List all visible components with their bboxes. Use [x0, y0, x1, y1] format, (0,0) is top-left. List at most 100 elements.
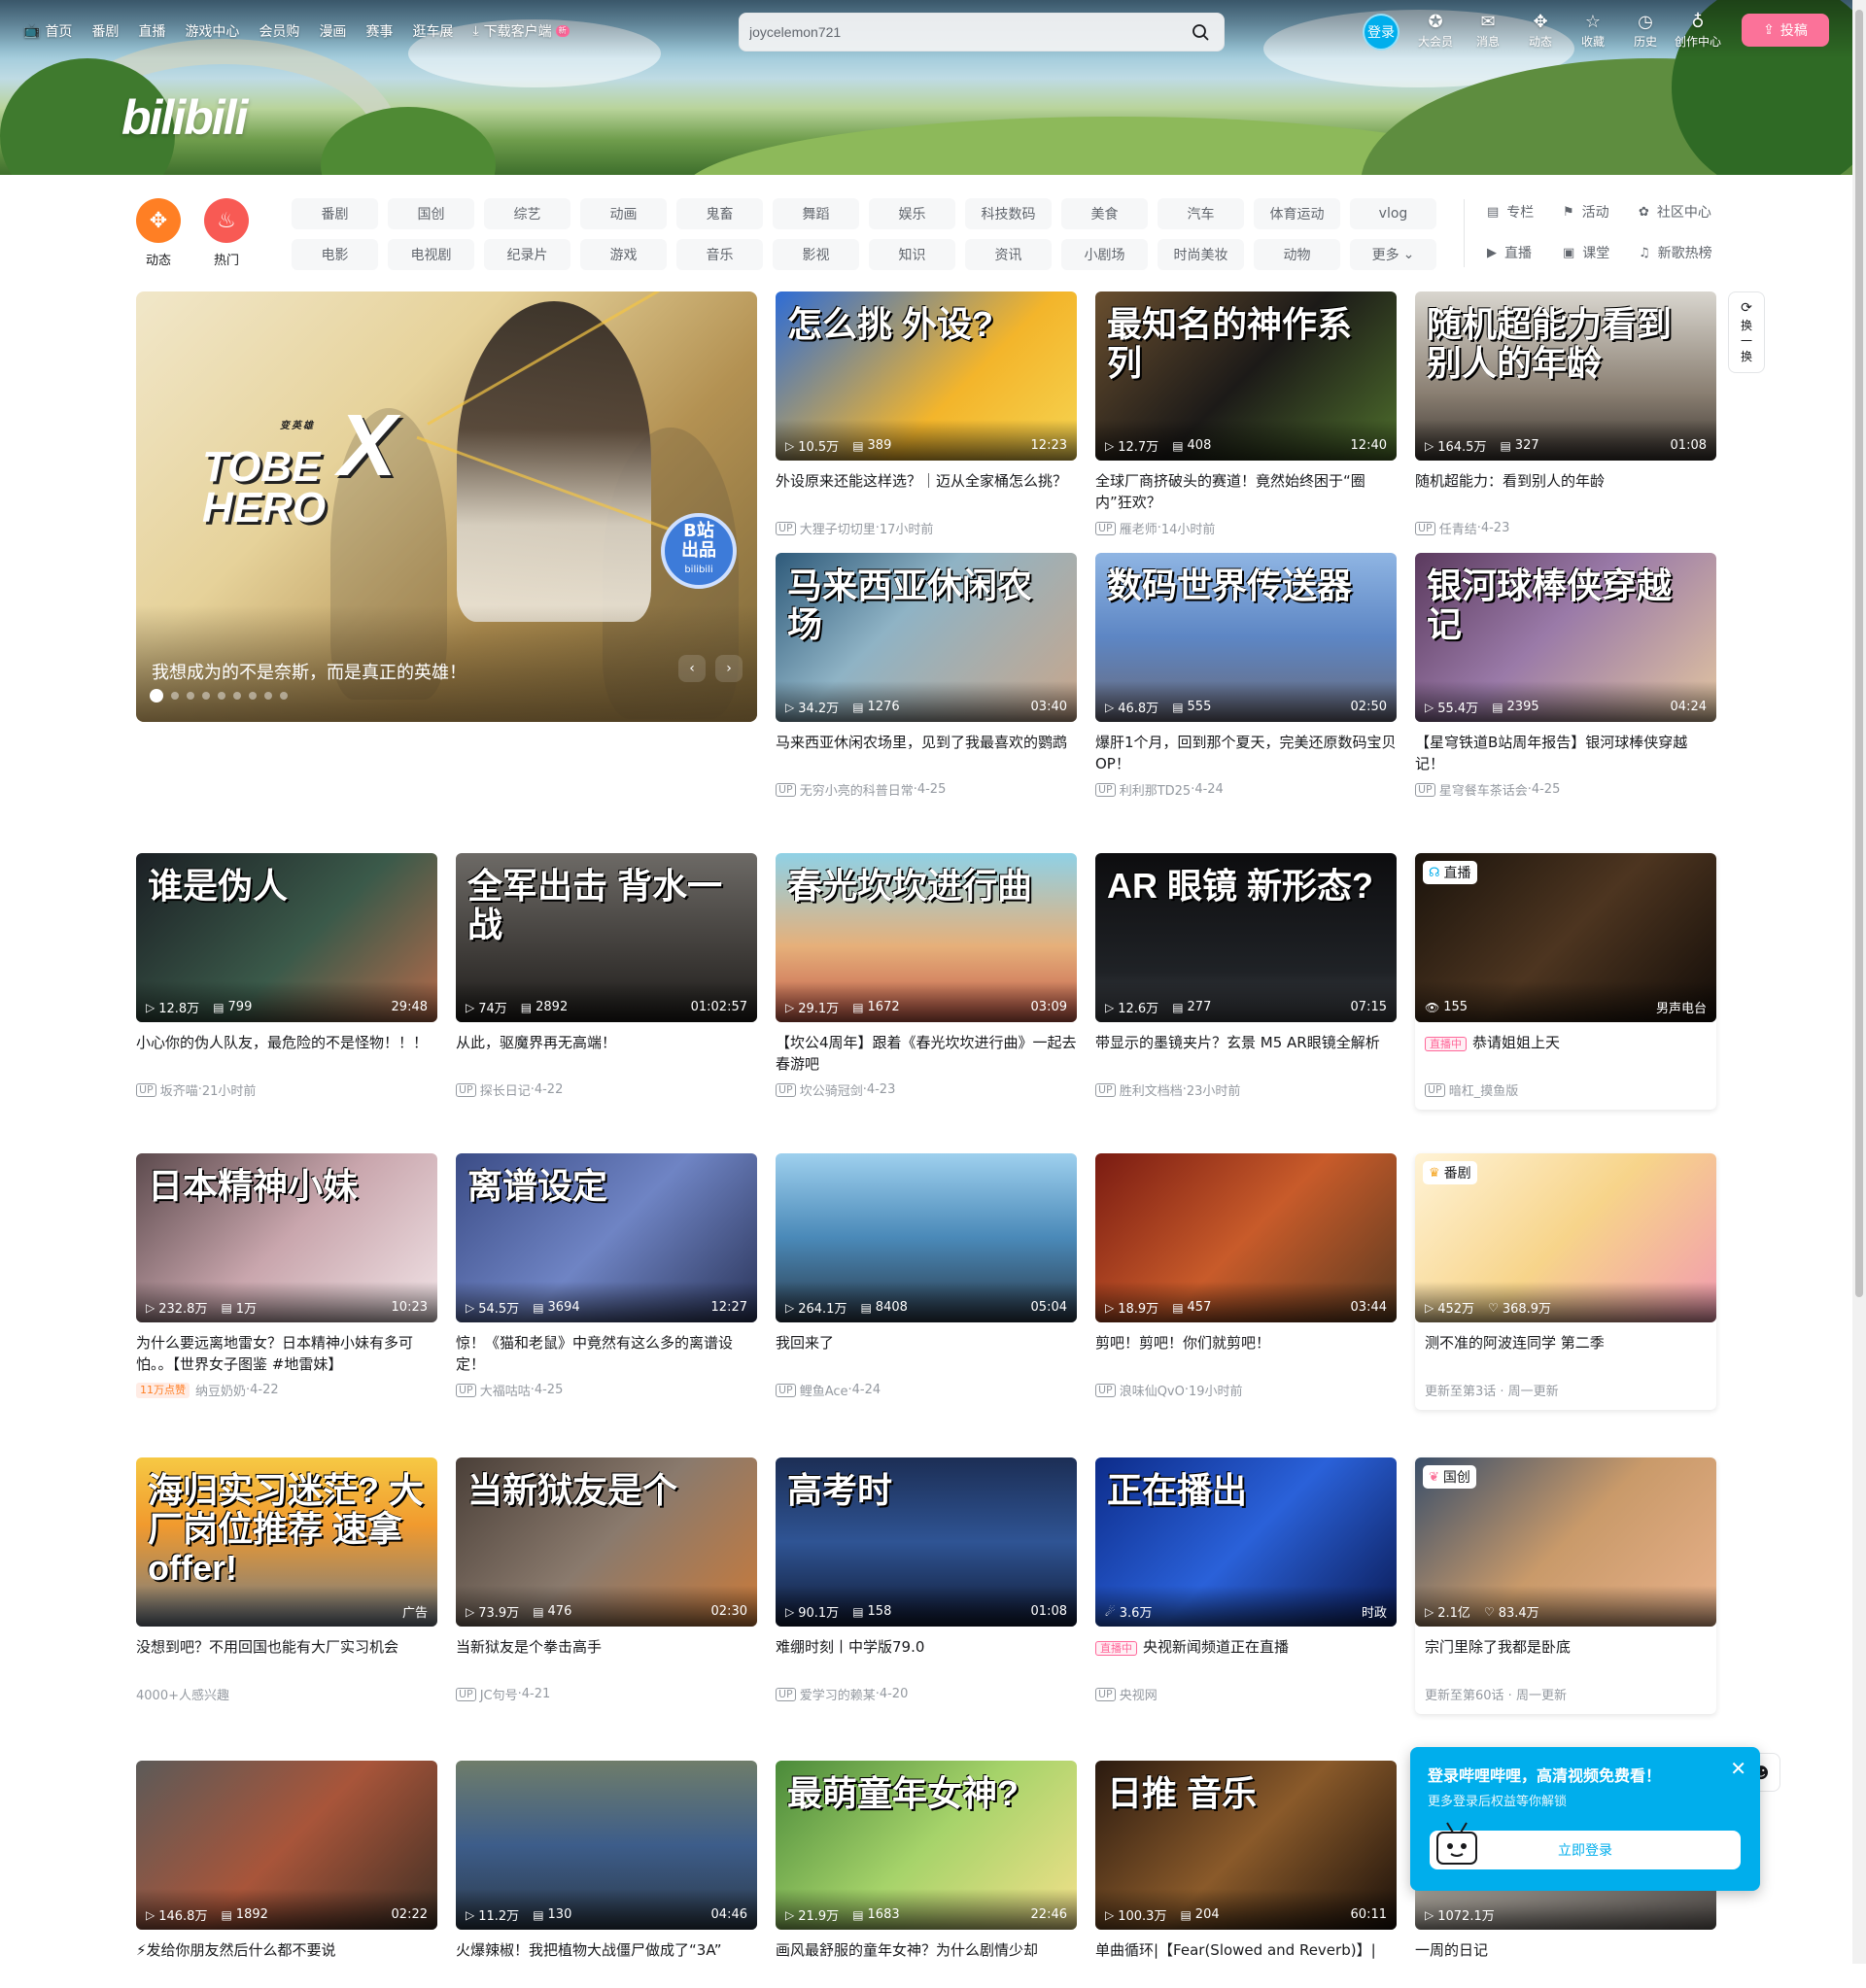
upload-button[interactable]: ⇪ 投稿 [1742, 14, 1829, 47]
video-thumbnail[interactable]: ▷ 11.2万 ▤ 130 04:46 [456, 1761, 757, 1930]
nav-dynamic[interactable]: ✥ 动态 [1514, 12, 1567, 50]
dynamic-shortcut[interactable]: ✥ [136, 198, 181, 243]
carousel-dot[interactable] [202, 692, 210, 700]
uploader-name[interactable]: 爱学习的赖某 [800, 1685, 876, 1703]
video-title[interactable]: 当新狱友是个拳击高手 [456, 1636, 757, 1679]
channel-chip[interactable]: 动画 [580, 198, 667, 229]
video-thumbnail[interactable]: 高考时 ▷ 90.1万 ▤ 158 01:08 [776, 1457, 1077, 1627]
nav-messages[interactable]: ✉ 消息 [1462, 12, 1514, 50]
carousel-dot[interactable] [150, 689, 163, 703]
video-thumbnail[interactable]: ▷ 146.8万 ▤ 1892 02:22 [136, 1761, 437, 1930]
video-thumbnail[interactable]: 随机超能力看到别人的年龄 ▷ 164.5万 ▤ 327 01:08 [1415, 291, 1716, 461]
video-title-text[interactable]: 没想到吧？不用回国也能有大厂实习机会 [136, 1638, 398, 1656]
scrollbar-thumb[interactable] [1855, 10, 1863, 1297]
video-title-text[interactable]: 画风最舒服的童年女神？为什么剧情少却 [776, 1941, 1038, 1959]
carousel-title[interactable]: 我想成为的不是奈斯，而是真正的英雄！ [152, 659, 466, 684]
video-title-text[interactable]: 【星穹铁道B站周年报告】银河球棒侠穿越记！ [1415, 734, 1687, 772]
video-title[interactable]: 我回来了 [776, 1332, 1077, 1375]
video-title[interactable]: 难绷时刻丨中学版79.0 [776, 1636, 1077, 1679]
video-card[interactable]: 银河球棒侠穿越记 ▷ 55.4万 ▤ 2395 04:24 【星穹铁道B站周年报告】银河球棒… [1415, 553, 1716, 799]
carousel-dot[interactable] [249, 692, 257, 700]
video-title[interactable]: 直播中 央视新闻频道正在直播 [1095, 1636, 1397, 1679]
nav-mall[interactable]: 会员购 [259, 21, 299, 41]
carousel-prev-button[interactable]: ‹ [678, 655, 706, 682]
video-title-text[interactable]: 我回来了 [776, 1334, 834, 1352]
video-thumbnail[interactable]: 怎么挑 外设? ▷ 10.5万 ▤ 389 12:23 [776, 291, 1077, 461]
channel-chip[interactable]: 游戏 [580, 239, 667, 270]
uploader-name[interactable]: 探长日记 [480, 1080, 531, 1099]
uploader-name[interactable]: 星穹餐车茶话会 [1439, 780, 1528, 799]
link-live[interactable]: ▶ 直播 [1487, 241, 1563, 264]
channel-chip[interactable]: 更多 ⌄ [1350, 239, 1436, 270]
video-card[interactable]: 正在播出 ☄ 3.6万 时政 直播中 央视新闻频道正在直播 UP 央视网 [1095, 1457, 1397, 1703]
nav-home[interactable]: 📺 首页 [23, 21, 72, 41]
video-title[interactable]: 带显示的墨镜夹片？玄景 M5 AR眼镜全解析 [1095, 1032, 1397, 1075]
nav-download-client[interactable]: ⤓ 下载客户端新 [472, 21, 570, 41]
video-title[interactable]: 直播中 恭请姐姐上天 [1425, 1032, 1707, 1075]
channel-chip[interactable]: 舞蹈 [773, 198, 859, 229]
channel-chip[interactable]: 综艺 [484, 198, 570, 229]
channel-chip[interactable]: 影视 [773, 239, 859, 270]
video-card[interactable]: ▷ 264.1万 ▤ 8408 05:04 我回来了 UP 鲤鱼Ace · 4-24 [776, 1153, 1077, 1399]
video-thumbnail[interactable]: 谁是伪人 ▷ 12.8万 ▤ 799 29:48 [136, 853, 437, 1022]
video-thumbnail[interactable]: ♛ 番剧 ▷ 452万 ♡ 368.9万 [1415, 1153, 1716, 1322]
video-thumbnail[interactable]: 日本精神小妹 ▷ 232.8万 ▤ 1万 10:23 [136, 1153, 437, 1322]
hot-shortcut[interactable]: ♨ [204, 198, 249, 243]
video-card[interactable]: 离谱设定 ▷ 54.5万 ▤ 3694 12:27 惊！《猫和老鼠》中竟然有这么多的离谱设定… [456, 1153, 757, 1399]
video-title-text[interactable]: 测不准的阿波连同学 第二季 [1425, 1334, 1605, 1352]
video-title[interactable]: 【坎公4周年】跟着《春光坎坎进行曲》一起去春游吧 [776, 1032, 1077, 1075]
video-card[interactable]: 当新狱友是个 ▷ 73.9万 ▤ 476 02:30 当新狱友是个拳击高手 UP JC句号 · … [456, 1457, 757, 1703]
video-title[interactable]: 火爆辣椒！我把植物大战僵尸做成了“3A” [456, 1939, 757, 1982]
video-title-text[interactable]: 为什么要远离地雷女？日本精神小妹有多可怕。。【世界女子图鉴 #地雷妹】 [136, 1334, 413, 1373]
video-card[interactable]: 随机超能力看到别人的年龄 ▷ 164.5万 ▤ 327 01:08 随机超能力：看到别人的年… [1415, 291, 1716, 537]
video-title-text[interactable]: 一周的日记 [1415, 1941, 1488, 1959]
channel-chip[interactable]: 娱乐 [869, 198, 955, 229]
video-thumbnail[interactable]: 马来西亚休闲农场 ▷ 34.2万 ▤ 1276 03:40 [776, 553, 1077, 722]
uploader-name[interactable]: 坎公骑冠剑 [800, 1080, 863, 1099]
uploader-name[interactable]: 坂齐喵 [160, 1080, 198, 1099]
close-icon[interactable]: ✕ [1730, 1759, 1746, 1778]
video-thumbnail[interactable]: 正在播出 ☄ 3.6万 时政 [1095, 1457, 1397, 1627]
channel-chip[interactable]: 汽车 [1158, 198, 1244, 229]
video-card[interactable]: 怎么挑 外设? ▷ 10.5万 ▤ 389 12:23 外设原来还能这样选？｜迈从全家桶怎么… [776, 291, 1077, 537]
video-card[interactable]: 全军出击 背水一战 ▷ 74万 ▤ 2892 01:02:57 从此，驱魔界再无高端！ UP 探… [456, 853, 757, 1099]
video-title[interactable]: 测不准的阿波连同学 第二季 [1425, 1332, 1707, 1375]
nav-auto-show[interactable]: 逛车展 [412, 21, 453, 41]
video-card[interactable]: 高考时 ▷ 90.1万 ▤ 158 01:08 难绷时刻丨中学版79.0 UP 爱学习的赖某 ·… [776, 1457, 1077, 1703]
channel-chip[interactable]: 动物 [1254, 239, 1340, 270]
uploader-name[interactable]: 利利那TD25 [1120, 780, 1192, 799]
video-title[interactable]: 宗门里除了我都是卧底 [1425, 1636, 1707, 1679]
video-card[interactable]: ♛ 番剧 ▷ 452万 ♡ 368.9万 测不准的阿波连同学 第二季 更新至第3话 · 周一更… [1415, 1153, 1716, 1410]
nav-history[interactable]: ◷ 历史 [1619, 12, 1672, 50]
uploader-name[interactable]: 纳豆奶奶 [195, 1381, 246, 1399]
channel-chip[interactable]: 国创 [388, 198, 474, 229]
video-card[interactable]: ▷ 18.9万 ▤ 457 03:44 剪吧！剪吧！你们就剪吧！ UP 浪味仙QvO · 19… [1095, 1153, 1397, 1399]
uploader-name[interactable]: 胜利文档档 [1120, 1080, 1183, 1099]
video-title[interactable]: 随机超能力：看到别人的年龄 [1415, 470, 1716, 513]
video-card[interactable]: 日本精神小妹 ▷ 232.8万 ▤ 1万 10:23 为什么要远离地雷女？日本精神小妹有多可… [136, 1153, 437, 1399]
video-title[interactable]: 为什么要远离地雷女？日本精神小妹有多可怕。。【世界女子图鉴 #地雷妹】 [136, 1332, 437, 1375]
video-thumbnail[interactable]: 数码世界传送器 ▷ 46.8万 ▤ 555 02:50 [1095, 553, 1397, 722]
carousel-dot[interactable] [233, 692, 241, 700]
video-title[interactable]: 惊！《猫和老鼠》中竟然有这么多的离谱设定！ [456, 1332, 757, 1375]
video-title[interactable]: 从此，驱魔界再无高端！ [456, 1032, 757, 1075]
link-column[interactable]: ▤ 专栏 [1487, 200, 1563, 223]
video-title[interactable]: 外设原来还能这样选？｜迈从全家桶怎么挑？ [776, 470, 1077, 513]
carousel-dot[interactable] [171, 692, 179, 700]
video-title-text[interactable]: 宗门里除了我都是卧底 [1425, 1638, 1571, 1656]
uploader-name[interactable]: JC句号 [480, 1685, 518, 1703]
nav-favorites[interactable]: ☆ 收藏 [1567, 12, 1619, 50]
uploader-name[interactable]: 大福咕咕 [480, 1381, 531, 1399]
channel-chip[interactable]: 番剧 [292, 198, 378, 229]
video-title-text[interactable]: 马来西亚休闲农场里，见到了我最喜欢的鹦鹉 [776, 734, 1067, 751]
video-thumbnail[interactable]: ❦ 国创 ▷ 2.1亿 ♡ 83.4万 [1415, 1457, 1716, 1627]
video-title[interactable]: 剪吧！剪吧！你们就剪吧！ [1095, 1332, 1397, 1375]
login-avatar-button[interactable]: 登录 [1363, 14, 1400, 51]
video-card[interactable]: AR 眼镜 新形态? ▷ 12.6万 ▤ 277 07:15 带显示的墨镜夹片？玄景 M5 … [1095, 853, 1397, 1099]
video-title-text[interactable]: 全球厂商挤破头的赛道！竟然始终困于“圈内”狂欢？ [1095, 472, 1365, 511]
channel-chip[interactable]: 电影 [292, 239, 378, 270]
video-thumbnail[interactable]: 最知名的神作系列 ▷ 12.7万 ▤ 408 12:40 [1095, 291, 1397, 461]
carousel-dot[interactable] [218, 692, 225, 700]
nav-live[interactable]: 直播 [138, 21, 165, 41]
video-card[interactable]: ☊ 直播 👁 155 男声电台 直播中 恭请姐姐上天 UP 暗杠_摸鱼版 [1415, 853, 1716, 1110]
